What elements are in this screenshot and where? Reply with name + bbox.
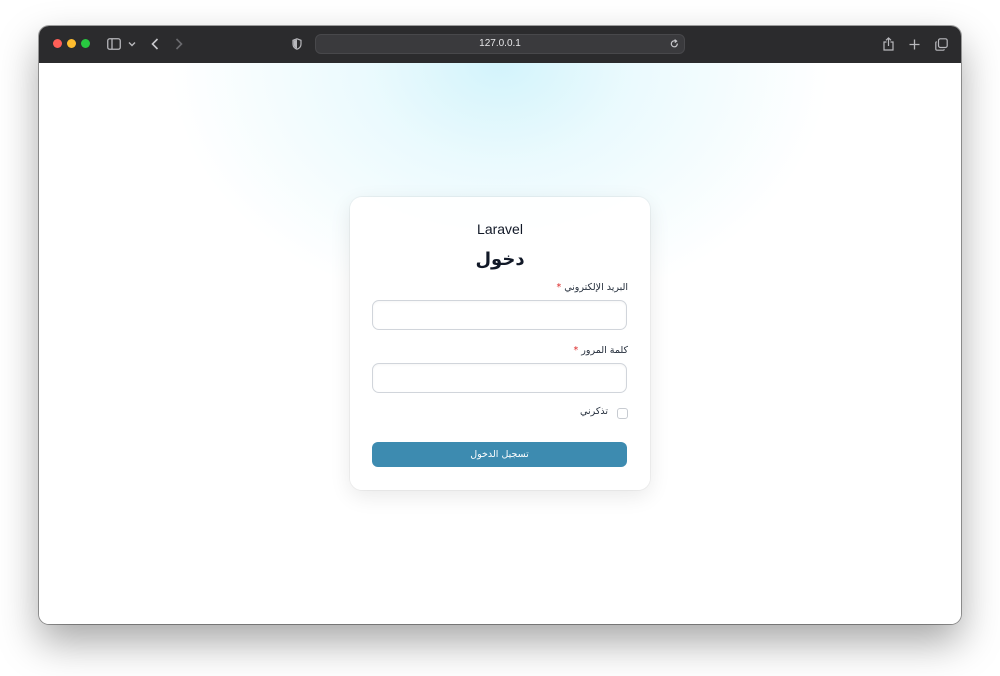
forward-icon[interactable]	[174, 35, 184, 53]
remember-me-label[interactable]: تذكرني	[580, 406, 608, 417]
email-field[interactable]	[372, 300, 627, 330]
password-label: كلمة المرور*	[574, 345, 628, 356]
back-icon[interactable]	[150, 35, 160, 53]
address-bar[interactable]: 127.0.0.1	[315, 34, 685, 54]
page-heading: دخول	[475, 249, 525, 270]
email-label-text: البريد الإلكتروني	[564, 282, 628, 293]
close-window-button[interactable]	[53, 39, 62, 48]
url-text: 127.0.0.1	[479, 38, 521, 49]
reload-icon[interactable]	[669, 38, 679, 50]
login-button[interactable]: تسجيل الدخول	[372, 442, 627, 467]
browser-toolbar: 127.0.0.1	[39, 26, 961, 64]
login-card: Laravel دخول البريد الإلكتروني* كلمة الم…	[350, 197, 650, 490]
share-icon[interactable]	[882, 35, 894, 53]
email-label: البريد الإلكتروني*	[557, 282, 629, 293]
sidebar-icon[interactable]	[107, 35, 121, 53]
required-mark: *	[556, 282, 562, 293]
tabs-overview-icon[interactable]	[934, 35, 948, 53]
password-field[interactable]	[372, 363, 627, 393]
remember-me-checkbox[interactable]	[617, 408, 628, 419]
page-content: Laravel دخول البريد الإلكتروني* كلمة الم…	[39, 63, 961, 624]
password-label-text: كلمة المرور	[581, 345, 628, 356]
required-mark: *	[573, 345, 579, 356]
minimize-window-button[interactable]	[67, 39, 76, 48]
new-tab-icon[interactable]	[908, 35, 920, 53]
browser-window: 127.0.0.1 Laravel دخول البريد الإلكتروني…	[39, 26, 961, 624]
brand-title: Laravel	[477, 221, 523, 237]
zoom-window-button[interactable]	[81, 39, 90, 48]
chevron-down-icon[interactable]	[127, 35, 137, 53]
shield-icon[interactable]	[291, 35, 303, 53]
